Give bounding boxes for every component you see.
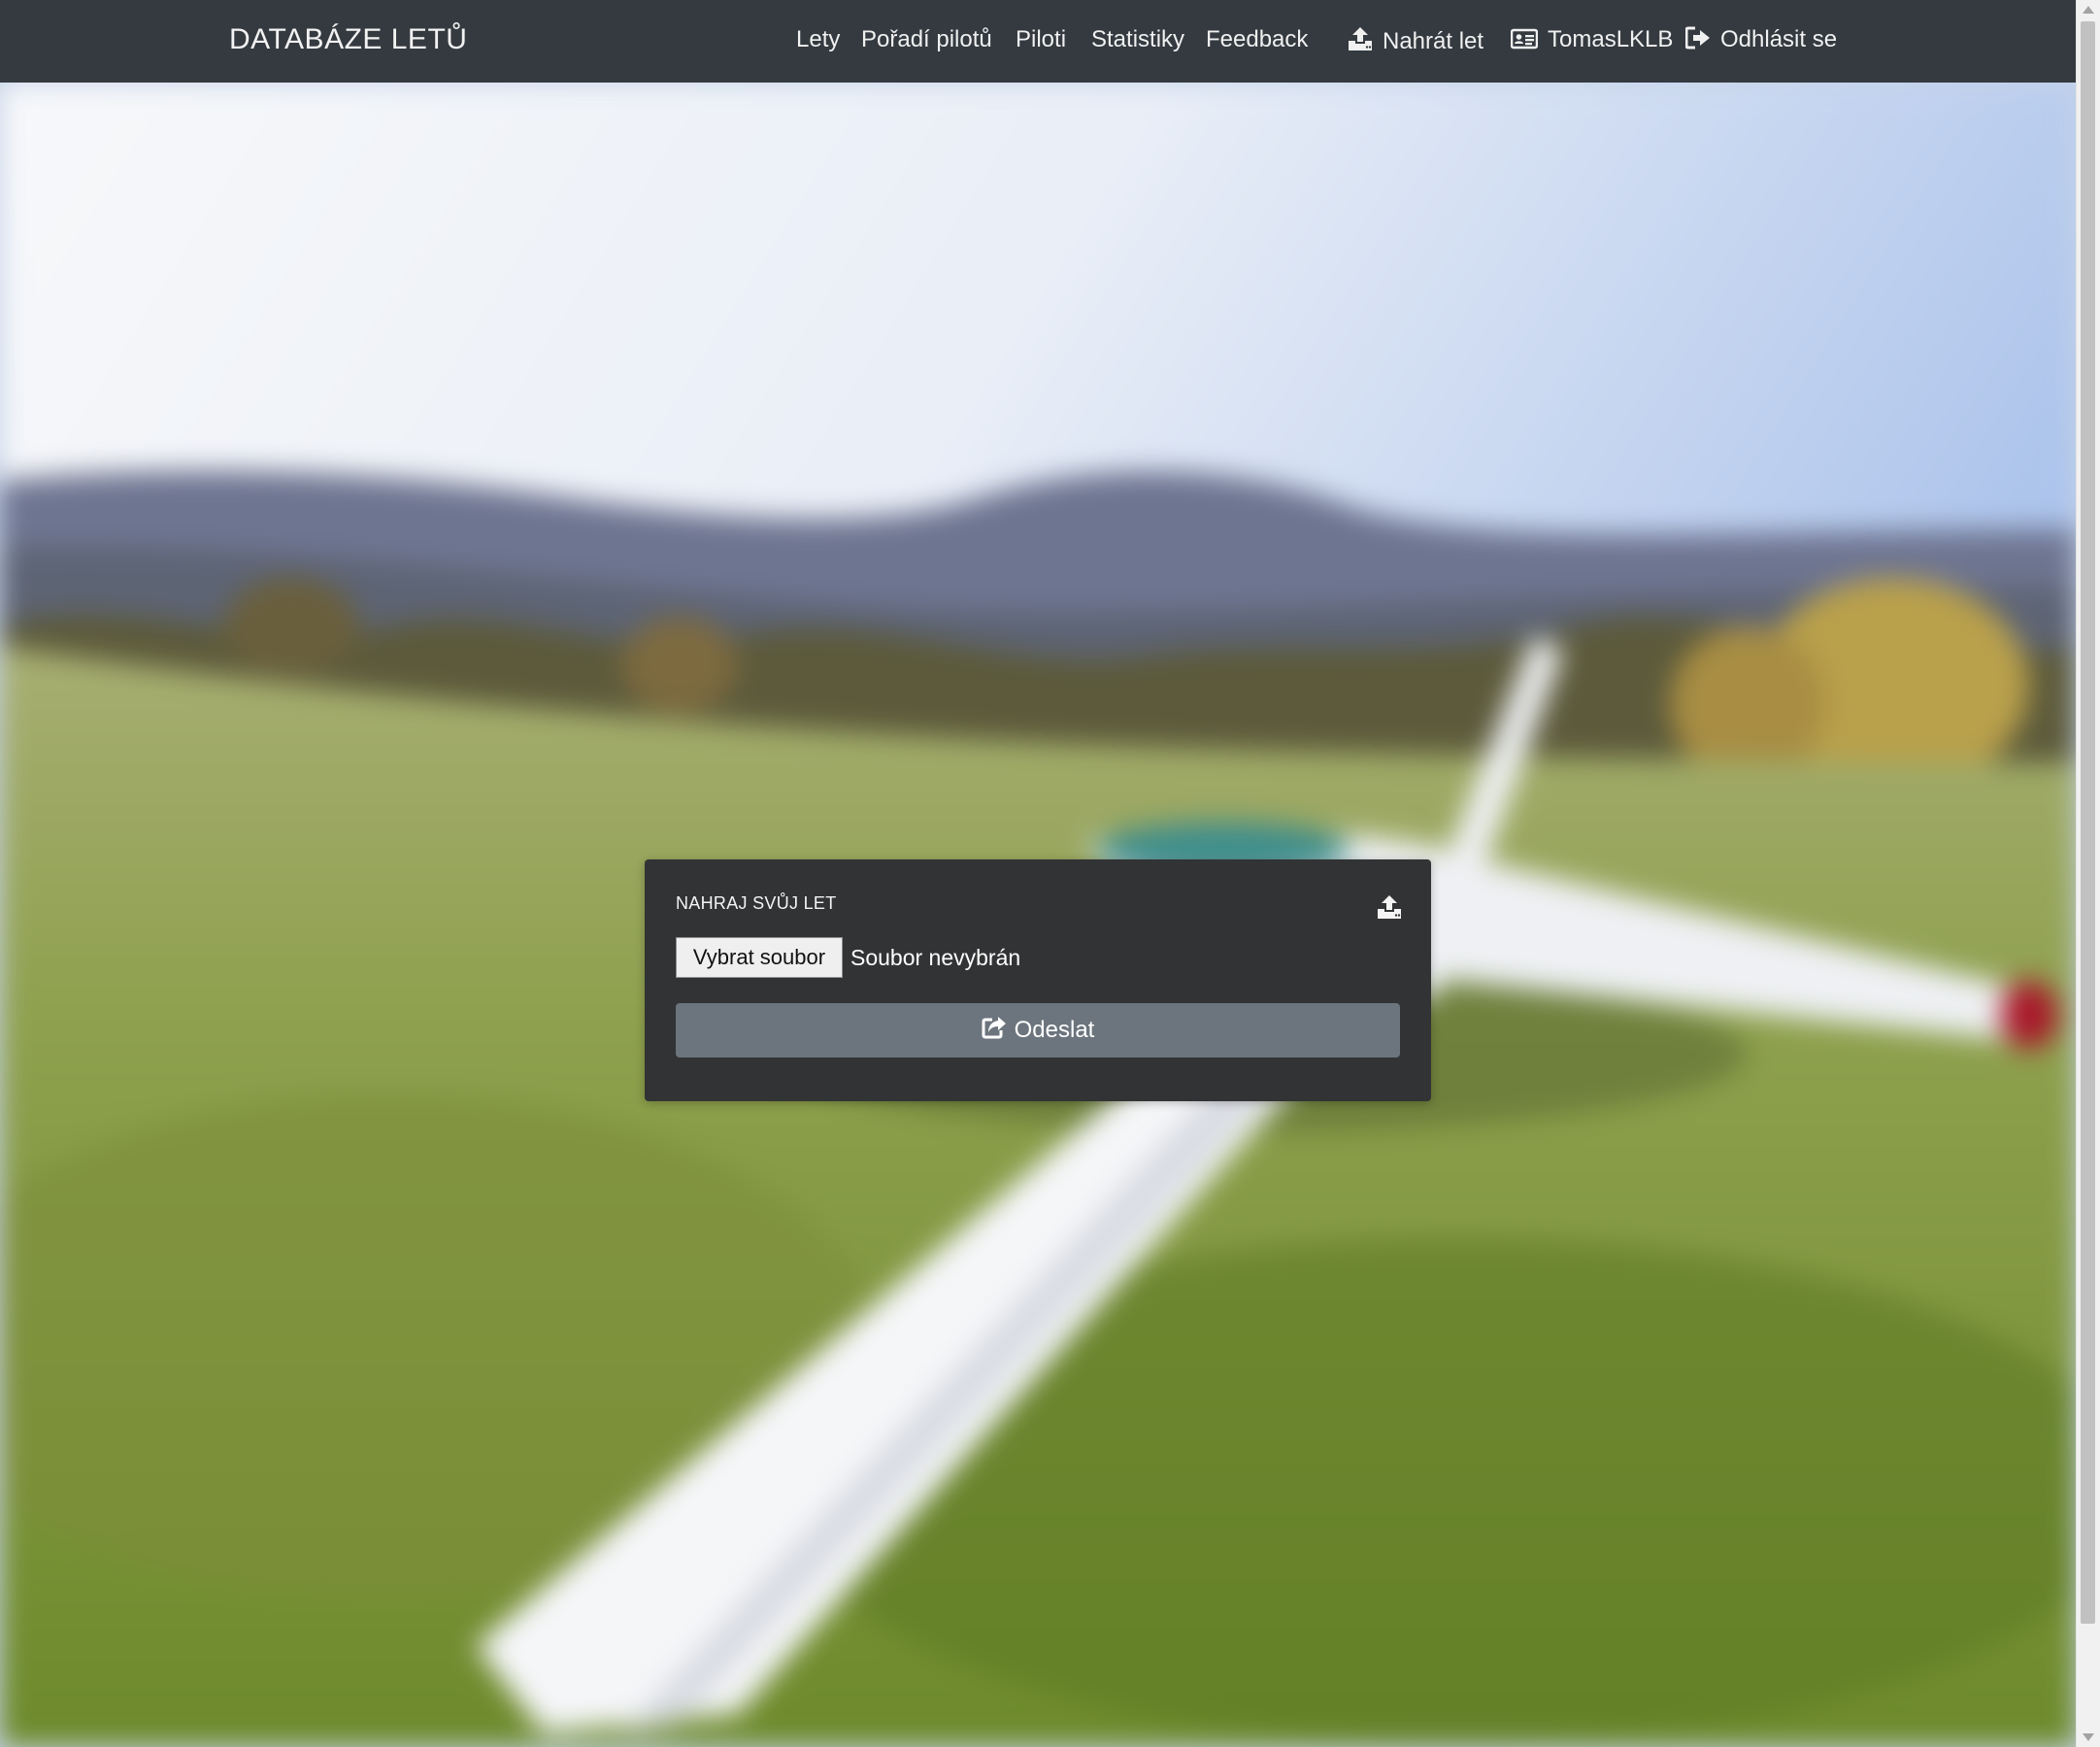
scrollbar-thumb[interactable] — [2081, 21, 2095, 1624]
upload-icon — [1348, 26, 1373, 58]
upload-card: NAHRAJ SVŮJ LET Vybrat soubor Soubor nev… — [645, 859, 1431, 1101]
nav-link-piloti[interactable]: Piloti — [1016, 26, 1066, 53]
id-card-icon — [1510, 28, 1539, 56]
nav-link-lety[interactable]: Lety — [796, 26, 840, 53]
nav-profile-label: TomasLKLB — [1548, 26, 1674, 52]
brand-logo[interactable]: DATABÁZE LETŮ — [229, 23, 467, 56]
page-scrollbar[interactable] — [2076, 0, 2100, 1747]
top-navbar: DATABÁZE LETŮ Lety Pořadí pilotů Piloti … — [0, 0, 2077, 83]
nav-upload-label: Nahrát let — [1383, 28, 1484, 54]
sign-out-icon — [1684, 26, 1711, 56]
choose-file-button[interactable]: Vybrat soubor — [676, 937, 843, 978]
nav-profile-link[interactable]: TomasLKLB — [1510, 26, 1674, 56]
nav-upload-link[interactable]: Nahrát let — [1348, 26, 1483, 58]
nav-link-feedback[interactable]: Feedback — [1206, 26, 1308, 53]
scroll-down-arrow-icon[interactable] — [2083, 1733, 2094, 1741]
nav-link-statistiky[interactable]: Statistiky — [1091, 26, 1184, 53]
scroll-up-arrow-icon[interactable] — [2083, 6, 2094, 14]
share-icon — [982, 1016, 1007, 1046]
upload-icon — [1377, 894, 1402, 924]
nav-link-poradi-pilotu[interactable]: Pořadí pilotů — [861, 26, 992, 53]
file-status-text: Soubor nevybrán — [850, 945, 1021, 970]
nav-logout-link[interactable]: Odhlásit se — [1684, 26, 1838, 56]
submit-button-label: Odeslat — [1014, 1017, 1095, 1043]
nav-logout-label: Odhlásit se — [1720, 26, 1838, 52]
upload-card-title: NAHRAJ SVŮJ LET — [676, 893, 837, 913]
submit-button[interactable]: Odeslat — [676, 1003, 1400, 1058]
